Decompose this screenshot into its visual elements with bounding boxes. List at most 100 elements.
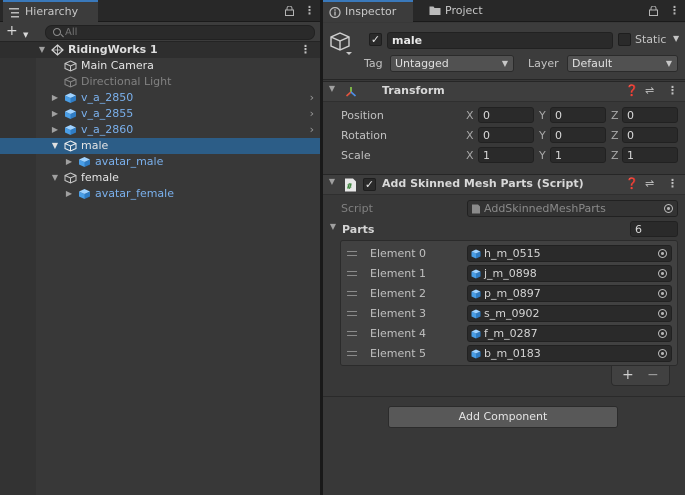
position-y-label[interactable]: Y [539, 109, 546, 122]
fold-closed-icon[interactable]: ▶ [64, 186, 74, 202]
tab-inspector[interactable]: Inspector [323, 0, 413, 22]
help-icon[interactable]: ❓ [625, 177, 639, 190]
hierarchy-item-directional-light[interactable]: Directional Light [0, 74, 320, 90]
scale-z-label[interactable]: Z [611, 149, 619, 162]
fold-closed-icon[interactable]: ▶ [50, 90, 60, 106]
add-component-button[interactable]: Add Component [388, 406, 618, 428]
hierarchy-item-v-a-2855[interactable]: ▶ v_a_2855 › [0, 106, 320, 122]
hierarchy-item-avatar-female[interactable]: ▶ avatar_female [0, 186, 320, 202]
chevron-right-icon[interactable]: › [310, 106, 314, 122]
element-label: Element 0 [370, 247, 427, 260]
presets-icon[interactable]: ⇌ [645, 84, 654, 97]
parts-size-field[interactable] [630, 221, 678, 237]
help-icon[interactable]: ❓ [625, 84, 639, 97]
fold-closed-icon[interactable]: ▶ [50, 122, 60, 138]
rotation-x-label[interactable]: X [466, 129, 474, 142]
scale-y-field[interactable] [550, 147, 606, 163]
object-picker-icon[interactable] [658, 329, 667, 338]
script-component-header[interactable]: ▼ # ✓ Add Skinned Mesh Parts (Script) ❓ … [323, 174, 685, 195]
tab-project[interactable]: Project [423, 0, 503, 22]
hierarchy-item-male[interactable]: ▼ male [0, 138, 320, 154]
drag-handle-icon[interactable] [347, 351, 357, 356]
position-x-field[interactable] [478, 107, 534, 123]
tab-hierarchy[interactable]: Hierarchy [3, 0, 98, 22]
object-picker-icon[interactable] [658, 349, 667, 358]
mesh-icon [471, 269, 481, 279]
hierarchy-item-avatar-male[interactable]: ▶ avatar_male [0, 154, 320, 170]
drag-handle-icon[interactable] [347, 271, 357, 276]
element-object-field[interactable]: b_m_0183 [467, 345, 672, 362]
script-field[interactable]: AddSkinnedMeshParts [467, 200, 678, 217]
fold-open-icon[interactable]: ▼ [327, 84, 337, 100]
rotation-z-label[interactable]: Z [611, 129, 619, 142]
object-picker-icon[interactable] [664, 204, 673, 213]
scene-menu-icon[interactable]: ⋮ [300, 42, 311, 58]
rotation-y-field[interactable] [550, 127, 606, 143]
element-object-field[interactable]: f_m_0287 [467, 325, 672, 342]
fold-closed-icon[interactable]: ▶ [50, 106, 60, 122]
chevron-right-icon[interactable]: › [310, 122, 314, 138]
fold-open-icon[interactable]: ▼ [328, 222, 338, 238]
element-object-field[interactable]: p_m_0897 [467, 285, 672, 302]
hierarchy-item-female[interactable]: ▼ female [0, 170, 320, 186]
script-file-icon [472, 204, 480, 214]
object-picker-icon[interactable] [658, 269, 667, 278]
lock-icon[interactable] [285, 6, 294, 16]
drag-handle-icon[interactable] [347, 251, 357, 256]
presets-icon[interactable]: ⇌ [645, 177, 654, 190]
hierarchy-item-label: avatar_female [95, 187, 174, 200]
fold-open-icon[interactable]: ▼ [50, 170, 60, 186]
position-y-field[interactable] [550, 107, 606, 123]
active-checkbox[interactable]: ✓ [369, 33, 382, 46]
hierarchy-item-main-camera[interactable]: Main Camera [0, 58, 320, 74]
search-input[interactable] [65, 26, 305, 39]
rotation-z-field[interactable] [622, 127, 678, 143]
static-dropdown-icon[interactable]: ▼ [673, 34, 679, 43]
drag-handle-icon[interactable] [347, 331, 357, 336]
component-menu-icon[interactable]: ⋮ [667, 177, 678, 190]
object-picker-icon[interactable] [658, 249, 667, 258]
hierarchy-tab-bar: Hierarchy ⋮ [0, 0, 320, 22]
fold-open-icon[interactable]: ▼ [37, 42, 47, 58]
object-picker-icon[interactable] [658, 309, 667, 318]
layer-dropdown[interactable]: Default ▼ [567, 55, 678, 72]
fold-closed-icon[interactable]: ▶ [64, 154, 74, 170]
drag-handle-icon[interactable] [347, 311, 357, 316]
hierarchy-menu-icon[interactable]: ⋮ [304, 4, 315, 17]
mesh-icon [471, 329, 481, 339]
scale-y-label[interactable]: Y [539, 149, 546, 162]
hierarchy-item-v-a-2860[interactable]: ▶ v_a_2860 › [0, 122, 320, 138]
scale-z-field[interactable] [622, 147, 678, 163]
scene-row[interactable]: ▼ RidingWorks 1 ⋮ [0, 42, 320, 58]
static-checkbox[interactable] [618, 33, 631, 46]
add-element-button[interactable]: + [622, 366, 634, 384]
inspector-menu-icon[interactable]: ⋮ [669, 4, 680, 17]
script-value: AddSkinnedMeshParts [484, 202, 606, 215]
chevron-right-icon[interactable]: › [310, 90, 314, 106]
position-z-field[interactable] [622, 107, 678, 123]
fold-open-icon[interactable]: ▼ [327, 177, 337, 193]
lock-icon[interactable] [649, 6, 658, 16]
transform-header[interactable]: ▼ Transform ❓ ⇌ ⋮ [323, 81, 685, 102]
object-picker-icon[interactable] [658, 289, 667, 298]
scale-x-field[interactable] [478, 147, 534, 163]
create-button[interactable]: + ▼ [6, 24, 34, 40]
object-name-field[interactable] [387, 32, 613, 49]
scale-x-label[interactable]: X [466, 149, 474, 162]
hierarchy-item-v-a-2850[interactable]: ▶ v_a_2850 › [0, 90, 320, 106]
component-enabled-checkbox[interactable]: ✓ [363, 178, 376, 191]
remove-element-button[interactable]: − [647, 366, 659, 384]
element-object-field[interactable]: h_m_0515 [467, 245, 672, 262]
tag-dropdown[interactable]: Untagged ▼ [390, 55, 514, 72]
prefab-cube-icon [79, 157, 90, 167]
rotation-x-field[interactable] [478, 127, 534, 143]
rotation-y-label[interactable]: Y [539, 129, 546, 142]
element-object-field[interactable]: s_m_0902 [467, 305, 672, 322]
fold-open-icon[interactable]: ▼ [50, 138, 60, 154]
prefab-cube-icon [65, 125, 76, 135]
drag-handle-icon[interactable] [347, 291, 357, 296]
position-z-label[interactable]: Z [611, 109, 619, 122]
position-x-label[interactable]: X [466, 109, 474, 122]
element-object-field[interactable]: j_m_0898 [467, 265, 672, 282]
component-menu-icon[interactable]: ⋮ [667, 84, 678, 97]
